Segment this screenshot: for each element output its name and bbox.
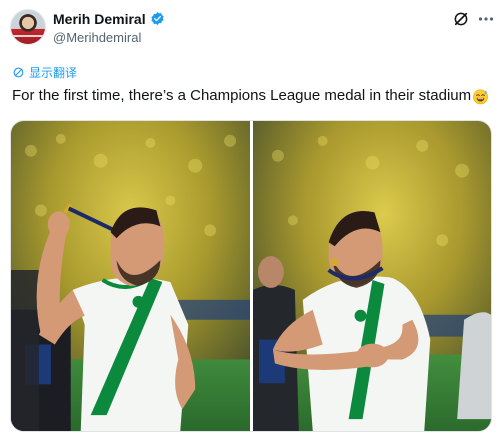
- photo-1-image: [11, 121, 250, 431]
- sweat-smile-emoji-icon: [473, 88, 488, 104]
- avatar[interactable]: [10, 9, 46, 45]
- name-row: Merih Demiral: [53, 10, 165, 27]
- media-grid: [10, 120, 492, 432]
- tweet-header: Merih Demiral @Merihdemiral: [53, 10, 165, 45]
- more-options-icon[interactable]: [478, 16, 494, 22]
- tweet-body: For the first time, there’s a Champions …: [12, 87, 472, 104]
- user-handle[interactable]: @Merihdemiral: [53, 30, 165, 45]
- avatar-shirt: [11, 35, 45, 37]
- translate-label: 显示翻译: [29, 66, 78, 80]
- display-name[interactable]: Merih Demiral: [53, 11, 146, 27]
- photo-2[interactable]: [253, 121, 491, 431]
- photo-2-image: [253, 121, 491, 431]
- verified-badge-icon: [150, 11, 164, 26]
- tweet-text: For the first time, there’s a Champions …: [12, 86, 489, 106]
- grok-icon[interactable]: [452, 10, 470, 28]
- photo-1[interactable]: [11, 121, 250, 431]
- translate-link[interactable]: 显示翻译: [12, 64, 77, 81]
- translate-icon: [13, 67, 24, 78]
